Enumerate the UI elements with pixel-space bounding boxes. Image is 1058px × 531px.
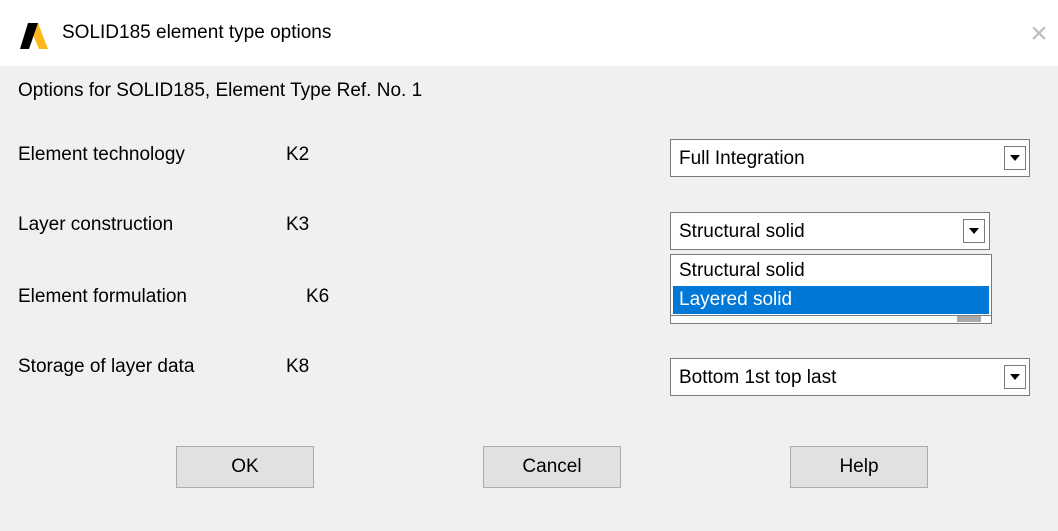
chevron-down-icon[interactable] [1004,365,1026,389]
chevron-down-icon[interactable] [963,219,985,243]
option-label-layer-construction: Layer construction [18,214,174,235]
option-key-k6: K6 [306,286,330,307]
option-key-k2: K2 [286,144,310,165]
dropdown-option-structural-solid[interactable]: Structural solid [673,257,989,285]
cancel-button[interactable]: Cancel [483,446,621,488]
element-formulation-select[interactable] [670,316,992,324]
layer-construction-select[interactable]: Structural solid [670,212,990,250]
option-key-k8: K8 [286,356,310,377]
layer-construction-value: Structural solid [679,221,805,242]
help-button[interactable]: Help [790,446,928,488]
close-button[interactable]: × [1024,16,1054,52]
options-header: Options for SOLID185, Element Type Ref. … [18,80,423,101]
element-technology-select[interactable]: Full Integration [670,139,1030,177]
storage-of-layer-data-value: Bottom 1st top last [679,367,837,388]
ansys-logo-icon [20,23,48,49]
element-technology-value: Full Integration [679,148,805,169]
option-key-k3: K3 [286,214,310,235]
window-title: SOLID185 element type options [62,22,332,43]
option-label-element-formulation: Element formulation [18,286,187,307]
ok-button[interactable]: OK [176,446,314,488]
option-label-storage-of-layer-data: Storage of layer data [18,356,195,377]
chevron-down-icon [957,316,981,322]
layer-construction-dropdown-list: Structural solid Layered solid [670,254,992,316]
option-label-element-technology: Element technology [18,144,185,165]
storage-of-layer-data-select[interactable]: Bottom 1st top last [670,358,1030,396]
chevron-down-icon[interactable] [1004,146,1026,170]
close-icon: × [1030,17,1048,50]
dropdown-option-layered-solid[interactable]: Layered solid [673,286,989,314]
title-bar: SOLID185 element type options × [0,0,1058,66]
